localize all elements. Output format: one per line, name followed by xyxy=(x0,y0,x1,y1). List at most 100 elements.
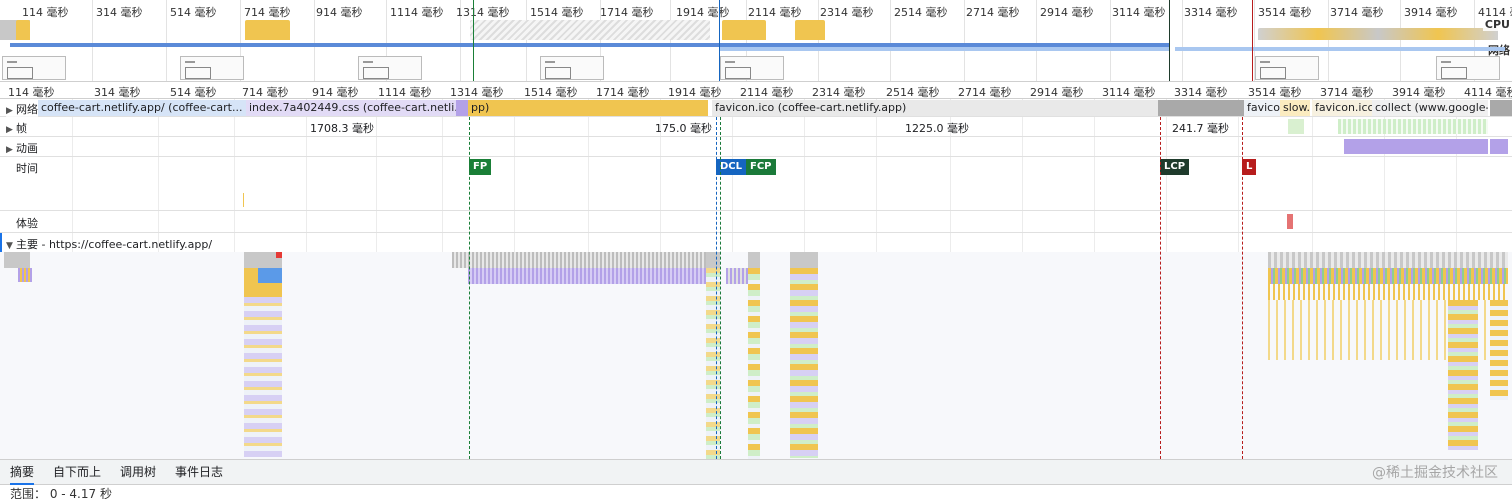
overview-grid-line xyxy=(1400,0,1401,81)
flame-task[interactable] xyxy=(748,268,760,459)
fcp-marker[interactable]: FCP xyxy=(746,159,776,175)
network-request-bar[interactable] xyxy=(1158,100,1244,116)
main-flame-chart[interactable] xyxy=(0,252,1512,459)
tab-event-log[interactable]: 事件日志 xyxy=(175,460,223,485)
flame-task[interactable] xyxy=(18,268,32,282)
expand-triangle-icon[interactable]: ▶ xyxy=(6,106,16,116)
frames-track-header[interactable]: ▶ 帧 xyxy=(6,120,27,136)
animation-track-header[interactable]: ▶ 动画 xyxy=(6,140,38,156)
main-thread-header[interactable]: ▼ 主要 - https://coffee-cart.netlify.app/ xyxy=(6,236,212,252)
animation-track[interactable]: ▶ 动画 xyxy=(0,137,1512,157)
screenshot-thumbnail[interactable] xyxy=(540,56,604,80)
screenshot-thumbnail[interactable] xyxy=(1436,56,1500,80)
screenshot-thumbnail[interactable] xyxy=(2,56,66,80)
flame-task[interactable] xyxy=(452,252,710,268)
flame-task[interactable] xyxy=(1490,300,1508,400)
expand-triangle-icon[interactable]: ▶ xyxy=(6,145,16,155)
network-request[interactable]: pp) xyxy=(468,100,708,116)
ruler-tick-label: 3514 毫秒 xyxy=(1248,86,1302,99)
overview-tick-label: 2714 毫秒 xyxy=(966,6,1020,19)
cpu-activity xyxy=(722,20,766,40)
frame-duration[interactable]: 1708.3 毫秒 xyxy=(310,120,374,136)
tab-call-tree[interactable]: 调用树 xyxy=(120,460,156,485)
flame-task[interactable] xyxy=(1268,284,1508,300)
ruler-tick-label: 914 毫秒 xyxy=(312,86,359,99)
network-request[interactable]: index.7a402449.css (coffee-cart.netli... xyxy=(246,100,456,116)
ruler-tick-label: 3114 毫秒 xyxy=(1102,86,1156,99)
ruler-tick-label: 114 毫秒 xyxy=(8,86,55,99)
ruler-tick-label: 2314 毫秒 xyxy=(812,86,866,99)
overview-tick-label: 2314 毫秒 xyxy=(820,6,874,19)
experience-track[interactable]: 体验 xyxy=(0,211,1512,233)
flame-task[interactable] xyxy=(790,268,818,458)
flame-task[interactable] xyxy=(244,283,282,297)
overview-grid-line xyxy=(1036,0,1037,81)
screenshot-thumbnail[interactable] xyxy=(720,56,784,80)
overview-tick-label: 514 毫秒 xyxy=(170,6,217,19)
screenshot-thumbnail[interactable] xyxy=(1255,56,1319,80)
flame-task[interactable] xyxy=(1448,300,1478,450)
overview-grid-line xyxy=(890,0,891,81)
overview-grid-line xyxy=(526,0,527,81)
flame-task[interactable] xyxy=(276,252,282,258)
frame-duration[interactable]: 1225.0 毫秒 xyxy=(905,120,969,136)
screenshot-thumbnail[interactable] xyxy=(358,56,422,80)
network-request[interactable]: slow. xyxy=(1280,100,1310,116)
ruler-tick-label: 714 毫秒 xyxy=(242,86,289,99)
network-request-bar[interactable] xyxy=(456,100,468,116)
overview-grid-line xyxy=(314,0,315,81)
frame-block[interactable] xyxy=(1288,119,1304,134)
flame-task[interactable] xyxy=(1268,268,1508,284)
flame-task[interactable] xyxy=(468,268,710,284)
time-ruler[interactable]: 114 毫秒 314 毫秒 514 毫秒 714 毫秒 914 毫秒 1114 毫秒 131… xyxy=(0,82,1512,99)
network-request[interactable]: coffee-cart.netlify.app/ (coffee-cart... xyxy=(38,100,246,116)
main-thread-track[interactable]: ▼ 主要 - https://coffee-cart.netlify.app/ xyxy=(0,233,1512,459)
network-bar xyxy=(720,47,1170,51)
timeline-overview[interactable]: 114 毫秒 314 毫秒 514 毫秒 714 毫秒 914 毫秒 1114 毫秒 131… xyxy=(0,0,1512,82)
network-request[interactable]: favico xyxy=(1244,100,1280,116)
animation-bar[interactable] xyxy=(1490,139,1508,154)
network-request[interactable]: collect (www.google- xyxy=(1372,100,1488,116)
tab-bottom-up[interactable]: 自下而上 xyxy=(53,460,101,485)
lcp-marker[interactable]: LCP xyxy=(1160,159,1190,175)
load-dashed-line xyxy=(1242,117,1243,459)
timings-track[interactable]: 时间 FP DCL FCP LCP L xyxy=(0,157,1512,211)
flame-task[interactable] xyxy=(244,268,258,283)
timings-track-header: 时间 xyxy=(16,162,38,175)
dcl-dashed-line xyxy=(716,117,717,459)
ruler-tick-label: 1114 毫秒 xyxy=(378,86,432,99)
flame-task[interactable] xyxy=(706,252,720,268)
frame-duration[interactable]: 241.7 毫秒 xyxy=(1172,120,1229,136)
overview-tick-label: 1914 毫秒 xyxy=(676,6,730,19)
overview-tick-label: 914 毫秒 xyxy=(316,6,363,19)
cpu-activity xyxy=(1258,28,1498,40)
flame-task[interactable] xyxy=(1268,252,1508,268)
load-marker[interactable]: L xyxy=(1242,159,1257,175)
flame-task[interactable] xyxy=(748,252,760,268)
frame-duration[interactable]: 175.0 毫秒 xyxy=(655,120,712,136)
frame-block[interactable] xyxy=(1338,119,1488,134)
network-track[interactable]: coffee-cart.netlify.app/ (coffee-cart...… xyxy=(0,99,1512,117)
overview-grid-line xyxy=(670,0,671,81)
flame-task[interactable] xyxy=(790,252,818,268)
expand-triangle-icon[interactable]: ▶ xyxy=(6,125,16,135)
ruler-tick-label: 2714 毫秒 xyxy=(958,86,1012,99)
tab-summary[interactable]: 摘要 xyxy=(10,460,35,485)
frames-track[interactable]: ▶ 帧 1708.3 毫秒 175.0 毫秒 1225.0 毫秒 241.7 毫秒 xyxy=(0,117,1512,137)
animation-bar[interactable] xyxy=(1344,139,1488,154)
flame-task[interactable] xyxy=(4,252,30,268)
collapse-triangle-icon[interactable]: ▼ xyxy=(6,241,16,251)
screenshot-thumbnail[interactable] xyxy=(180,56,244,80)
flame-task[interactable] xyxy=(244,297,282,457)
timing-tick xyxy=(243,193,244,207)
network-request[interactable]: favicon.ico (coffee-cart.netlify.app) xyxy=(712,100,1158,116)
overview-tick-label: 314 毫秒 xyxy=(96,6,143,19)
flame-task[interactable] xyxy=(706,268,720,459)
performance-panel: 114 毫秒 314 毫秒 514 毫秒 714 毫秒 914 毫秒 1114 毫秒 131… xyxy=(0,0,1512,499)
ruler-tick-label: 3714 毫秒 xyxy=(1320,86,1374,99)
fp-marker[interactable]: FP xyxy=(469,159,492,175)
layout-shift-marker[interactable] xyxy=(1287,214,1293,229)
network-track-header[interactable]: ▶ 网络 xyxy=(6,101,38,117)
network-request-bar[interactable] xyxy=(1490,100,1512,116)
network-request[interactable]: favicon.icc xyxy=(1312,100,1372,116)
